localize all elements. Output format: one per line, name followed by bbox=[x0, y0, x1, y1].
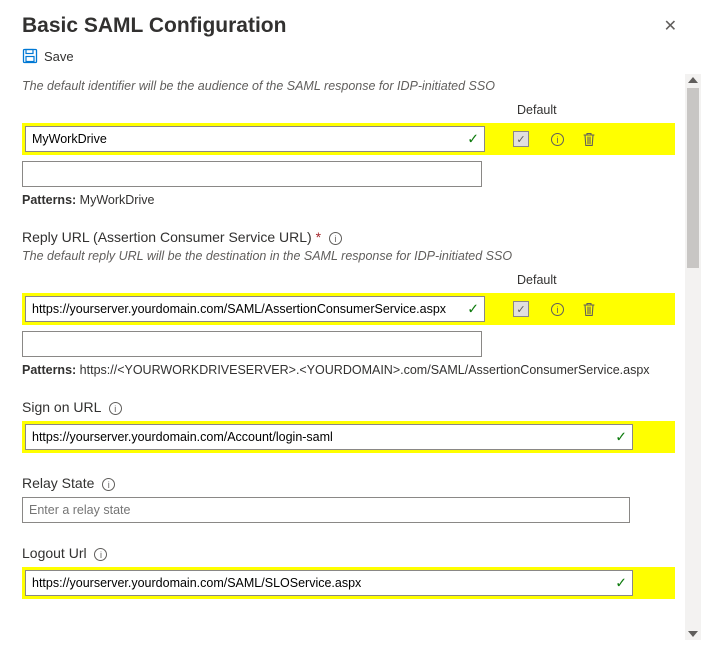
save-button[interactable]: Save bbox=[44, 49, 74, 64]
toolbar: Save bbox=[0, 46, 705, 74]
identifier-default-checkbox[interactable]: ✓ bbox=[513, 131, 529, 147]
reply-patterns: Patterns: https://<YOURWORKDRIVESERVER>.… bbox=[22, 363, 675, 377]
logout-label: Logout Url i bbox=[22, 545, 675, 561]
info-icon[interactable]: i bbox=[94, 548, 107, 561]
logout-row: ✓ bbox=[22, 567, 675, 599]
info-icon[interactable]: i bbox=[551, 133, 564, 146]
relay-label: Relay State i bbox=[22, 475, 675, 491]
panel-title: Basic SAML Configuration bbox=[22, 14, 286, 38]
identifier-patterns: Patterns: MyWorkDrive bbox=[22, 193, 675, 207]
content-area: The default identifier will be the audie… bbox=[22, 74, 675, 640]
identifier-desc: The default identifier will be the audie… bbox=[22, 79, 675, 93]
reply-input[interactable] bbox=[25, 296, 485, 322]
identifier-default-header: Default bbox=[517, 103, 675, 117]
reply-default-checkbox[interactable]: ✓ bbox=[513, 301, 529, 317]
panel-header: Basic SAML Configuration ✕ bbox=[0, 0, 705, 46]
scroll-thumb[interactable] bbox=[687, 88, 699, 268]
patterns-label: Patterns: bbox=[22, 363, 76, 377]
reply-row: ✓ ✓ i bbox=[22, 293, 675, 325]
identifier-row: ✓ ✓ i bbox=[22, 123, 675, 155]
trash-icon[interactable] bbox=[582, 132, 596, 147]
logout-input[interactable] bbox=[25, 570, 633, 596]
patterns-value: MyWorkDrive bbox=[80, 193, 155, 207]
signon-input[interactable] bbox=[25, 424, 633, 450]
reply-default-header: Default bbox=[517, 273, 675, 287]
reply-extra-row bbox=[22, 331, 675, 357]
info-icon[interactable]: i bbox=[102, 478, 115, 491]
info-icon[interactable]: i bbox=[551, 303, 564, 316]
identifier-input[interactable] bbox=[25, 126, 485, 152]
signon-row: ✓ bbox=[22, 421, 675, 453]
reply-label: Reply URL (Assertion Consumer Service UR… bbox=[22, 229, 675, 245]
signon-label: Sign on URL i bbox=[22, 399, 675, 415]
info-icon[interactable]: i bbox=[109, 402, 122, 415]
identifier-input-extra[interactable] bbox=[22, 161, 482, 187]
config-panel: Basic SAML Configuration ✕ Save The defa… bbox=[0, 0, 705, 657]
relay-input[interactable] bbox=[22, 497, 630, 523]
trash-icon[interactable] bbox=[582, 302, 596, 317]
scrollbar[interactable] bbox=[685, 74, 701, 640]
patterns-label: Patterns: bbox=[22, 193, 76, 207]
patterns-value: https://<YOURWORKDRIVESERVER>.<YOURDOMAI… bbox=[80, 363, 650, 377]
close-icon[interactable]: ✕ bbox=[658, 14, 683, 38]
save-icon[interactable] bbox=[22, 48, 38, 64]
relay-row bbox=[22, 497, 675, 523]
reply-desc: The default reply URL will be the destin… bbox=[22, 249, 675, 263]
identifier-extra-row bbox=[22, 161, 675, 187]
info-icon[interactable]: i bbox=[329, 232, 342, 245]
reply-input-extra[interactable] bbox=[22, 331, 482, 357]
